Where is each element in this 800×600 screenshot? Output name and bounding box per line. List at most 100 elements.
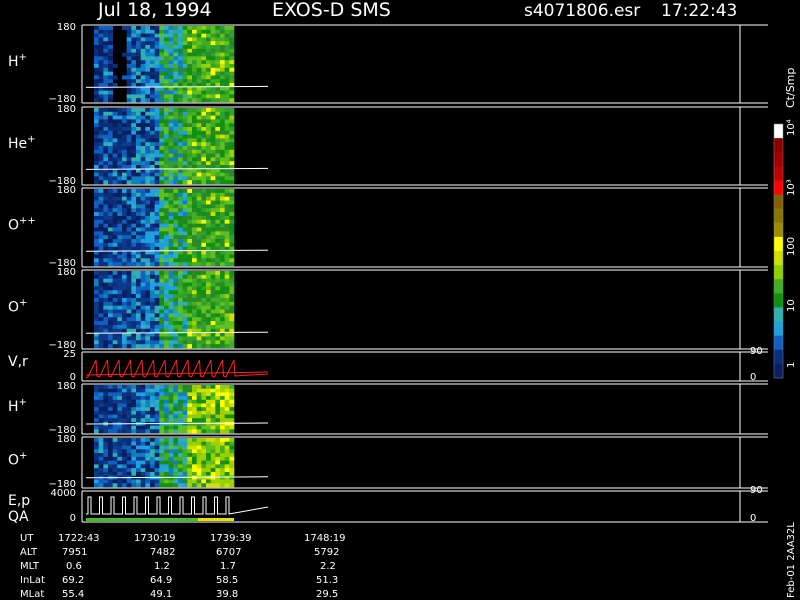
panel-label: O+ (8, 298, 27, 316)
spectrogram-cell (206, 168, 211, 173)
spectrogram-cell (94, 67, 99, 72)
spectrogram-cell (140, 301, 146, 306)
spectrogram-cell (94, 414, 99, 419)
spectrogram-cell (145, 414, 151, 419)
spectrogram-cell (131, 453, 137, 458)
spectrogram-cell (159, 425, 165, 430)
spectrogram-cell (108, 223, 113, 228)
spectrogram-cell (224, 56, 230, 61)
spectrogram-cell (150, 165, 155, 170)
spectrogram-cell (103, 127, 109, 132)
spectrogram-cell (126, 56, 132, 61)
spectrogram-cell (220, 242, 225, 248)
spectrogram-cell (98, 37, 104, 42)
spectrogram-cell (131, 64, 137, 69)
spectrogram-cell (131, 258, 137, 263)
spectrogram-cell (136, 79, 141, 84)
spectrogram-cell (136, 153, 141, 158)
spectrogram-cell (196, 176, 202, 181)
spectrogram-cell (145, 48, 151, 53)
spectrogram-cell (210, 227, 216, 232)
spectrogram-cell (173, 445, 179, 450)
spectrogram-cell (201, 52, 207, 57)
spectrogram-cell (196, 321, 202, 326)
spectrogram-cell (150, 200, 155, 205)
spectrogram-cell (178, 115, 183, 120)
spectrogram-cell (210, 297, 216, 303)
spectrogram-cell (168, 468, 174, 473)
spectrogram-cell (201, 130, 207, 135)
spectrogram-cell (117, 282, 123, 287)
spectrogram-cell (206, 483, 211, 488)
spectrogram-cell (112, 388, 118, 393)
spectrogram-cell (215, 45, 221, 50)
spectrogram-cell (117, 403, 123, 408)
spectrogram-cell (215, 332, 221, 337)
spectrogram-cell (206, 258, 211, 263)
spectrogram-cell (201, 468, 207, 473)
spectrogram-cell (224, 396, 230, 401)
spectrogram-cell (94, 438, 99, 443)
spectrogram-cell (140, 471, 146, 476)
spectrogram-cell (196, 258, 202, 263)
spectrogram-cell (206, 254, 211, 259)
spectrogram-cell (131, 290, 137, 295)
spectrogram-cell (159, 79, 165, 84)
spectrogram-cell (215, 123, 221, 128)
spectrogram-cell (206, 317, 211, 322)
spectrogram-cell (108, 172, 113, 177)
spectrogram-cell (94, 127, 99, 132)
spectrogram-cell (136, 123, 141, 128)
spectrogram-cell (131, 41, 137, 46)
spectrogram-cell (220, 385, 225, 389)
spectrogram-cell (108, 301, 113, 306)
spectrogram-cell (215, 138, 221, 143)
spectrogram-cell (173, 90, 179, 95)
spectrogram-cell (126, 392, 132, 397)
spectrogram-cell (94, 119, 99, 124)
spectrogram-cell (224, 176, 230, 181)
spectrogram-cell (117, 392, 123, 397)
spectrogram-cell (187, 429, 193, 434)
spectrogram-cell (220, 278, 225, 283)
spectrogram-cell (192, 254, 197, 259)
spectrogram-cell (122, 399, 127, 404)
spectrogram-cell (229, 396, 235, 401)
spectrogram-cell (192, 321, 197, 326)
spectrogram-cell (117, 108, 123, 113)
spectrogram-cell (187, 37, 193, 42)
spectrogram-cell (164, 344, 169, 349)
spectrogram-cell (136, 297, 141, 303)
spectrogram-cell (159, 282, 165, 287)
spectrogram-cell (122, 460, 127, 465)
spectrogram-cell (103, 336, 109, 341)
spectrogram-cell (108, 479, 113, 484)
spectrogram-cell (131, 196, 137, 201)
spectrogram-cell (173, 196, 179, 201)
spectrogram-cell (122, 242, 127, 248)
spectrogram-cell (140, 396, 146, 401)
spectrogram-cell (131, 336, 137, 341)
spectrogram-cell (224, 399, 230, 404)
spectrogram-cell (145, 176, 151, 181)
spectrogram-cell (150, 441, 155, 446)
spectrogram-cell (224, 258, 230, 263)
spectrogram-cell (159, 26, 165, 31)
spectrogram-cell (220, 196, 225, 201)
spectrogram-cell (103, 52, 109, 57)
spectrogram-cell (201, 418, 207, 423)
spectrogram-cell (94, 464, 99, 469)
spectrogram-cell (224, 208, 230, 213)
spectrogram-cell (140, 464, 146, 469)
spectrogram-cell (117, 483, 123, 488)
spectrogram-cell (178, 86, 183, 91)
spectrogram-cell (154, 130, 160, 135)
spectrogram-cell (178, 301, 183, 306)
spectrogram-cell (108, 138, 113, 143)
spectrogram-cell (136, 165, 141, 170)
spectrogram-cell (220, 29, 225, 34)
spectrogram-cell (187, 60, 193, 65)
spectrogram-cell (145, 274, 151, 279)
spectrogram-cell (229, 254, 235, 259)
spectrogram-cell (117, 189, 123, 194)
